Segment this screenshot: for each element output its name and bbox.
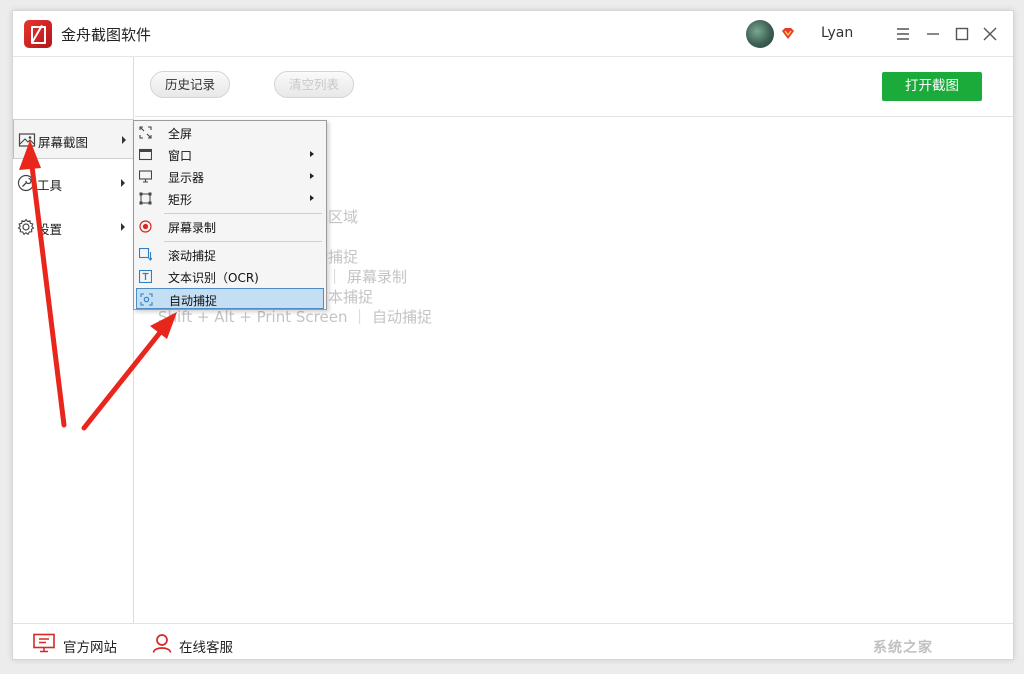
sidebar: 屏幕截图 工具 设置 <box>13 57 134 623</box>
window-icon <box>139 148 152 161</box>
minimize-icon[interactable] <box>923 24 943 44</box>
open-screenshot-button[interactable]: 打开截图 <box>882 72 982 101</box>
screenshot-context-menu: 全屏 窗口 显示器 矩形 <box>133 120 327 310</box>
menu-item-scroll-capture[interactable]: 滚动捕捉 <box>136 244 324 265</box>
monitor-icon <box>139 170 152 183</box>
app-logo-icon <box>24 20 52 48</box>
app-title: 金舟截图软件 <box>61 24 151 45</box>
customer-service-icon[interactable] <box>151 633 173 653</box>
chevron-right-icon <box>310 173 314 179</box>
hint-line: n ｜ 屏幕录制 <box>313 266 407 287</box>
menu-item-label: 显示器 <box>168 169 204 186</box>
menu-item-label: 滚动捕捉 <box>168 247 216 264</box>
fullscreen-icon <box>139 126 152 139</box>
app-window: 金舟截图软件 Lyan 屏幕截图 <box>12 10 1014 660</box>
close-icon[interactable] <box>980 24 1000 44</box>
wrench-icon <box>17 174 35 192</box>
chevron-right-icon <box>310 195 314 201</box>
menu-item-label: 矩形 <box>168 191 192 208</box>
menu-separator <box>164 241 322 242</box>
menu-item-window[interactable]: 窗口 <box>136 144 324 165</box>
sidebar-item-tools[interactable]: 工具 <box>13 163 134 203</box>
menu-item-label: 文本识别（OCR) <box>168 269 259 286</box>
chevron-right-icon <box>121 223 125 231</box>
sidebar-item-label: 设置 <box>37 219 62 238</box>
sidebar-item-screenshot[interactable]: 屏幕截图 <box>13 119 134 159</box>
menu-item-label: 全屏 <box>168 125 192 142</box>
toolbar: 历史记录 清空列表 打开截图 <box>135 57 1014 117</box>
rectangle-icon <box>139 192 152 205</box>
menu-separator <box>164 213 322 214</box>
maximize-icon[interactable] <box>952 24 972 44</box>
menu-item-label: 窗口 <box>168 147 192 164</box>
menu-item-screen-record[interactable]: 屏幕录制 <box>136 216 324 237</box>
menu-item-rectangle[interactable]: 矩形 <box>136 188 324 209</box>
sidebar-item-label: 工具 <box>37 175 62 194</box>
online-support-link[interactable]: 在线客服 <box>179 636 233 656</box>
gear-icon <box>17 218 35 236</box>
monitor-icon[interactable] <box>33 633 55 653</box>
username[interactable]: Lyan <box>821 25 853 41</box>
chevron-right-icon <box>310 151 314 157</box>
watermark: 系统之家 <box>873 637 933 657</box>
title-bar: 金舟截图软件 Lyan <box>13 11 1013 57</box>
menu-item-auto-capture[interactable]: 自动捕捉 <box>136 288 324 309</box>
sidebar-item-label: 屏幕截图 <box>38 132 88 151</box>
text-recognition-icon <box>139 270 152 283</box>
avatar[interactable] <box>746 20 774 48</box>
chevron-right-icon <box>122 136 126 144</box>
chevron-right-icon <box>121 179 125 187</box>
image-icon <box>18 131 36 149</box>
menu-item-monitor[interactable]: 显示器 <box>136 166 324 187</box>
history-button[interactable]: 历史记录 <box>150 71 230 98</box>
clear-list-button[interactable]: 清空列表 <box>274 71 354 98</box>
status-bar: 官方网站 在线客服 系统之家 <box>13 623 1013 660</box>
official-website-link[interactable]: 官方网站 <box>63 636 117 656</box>
menu-icon[interactable] <box>893 24 913 44</box>
menu-item-label: 自动捕捉 <box>169 292 217 309</box>
menu-item-fullscreen[interactable]: 全屏 <box>136 122 324 143</box>
scroll-capture-icon <box>139 248 152 261</box>
record-icon <box>139 220 152 233</box>
menu-item-ocr[interactable]: 文本识别（OCR) <box>136 266 324 287</box>
menu-item-label: 屏幕录制 <box>168 219 216 236</box>
auto-capture-icon <box>140 293 153 306</box>
vip-badge-icon[interactable] <box>781 27 795 40</box>
sidebar-item-settings[interactable]: 设置 <box>13 207 134 247</box>
